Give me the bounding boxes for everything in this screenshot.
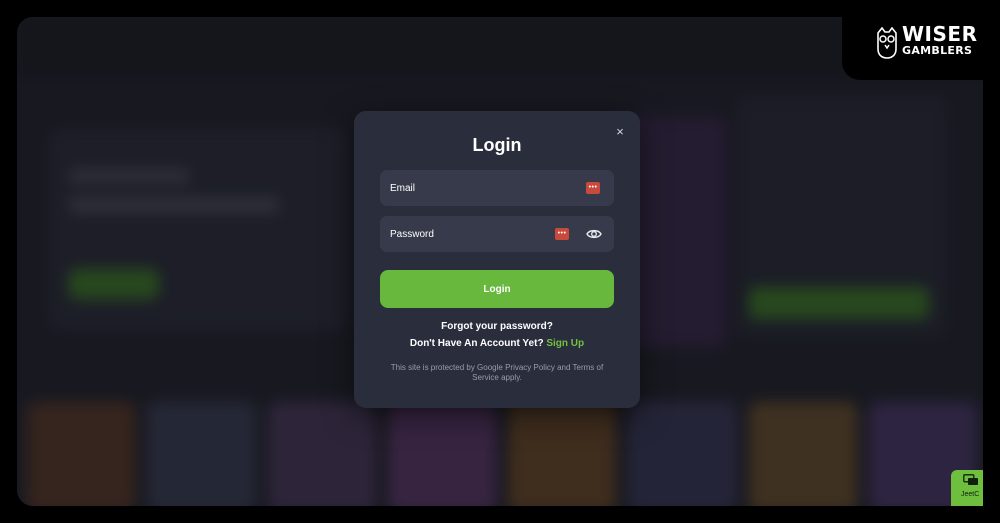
password-manager-icon[interactable]: ••• (555, 228, 569, 240)
signup-link[interactable]: Sign Up (546, 338, 584, 349)
forgot-password-link[interactable]: Forgot your password? (354, 321, 640, 332)
chat-label: JeetC (961, 491, 980, 498)
login-modal: × Login ••• ••• Login Forgot your passwo… (354, 111, 640, 408)
modal-title: Login (472, 135, 522, 155)
email-input[interactable] (390, 170, 560, 206)
password-field[interactable]: ••• (380, 216, 614, 252)
login-button[interactable]: Login (380, 270, 614, 308)
password-input[interactable] (390, 216, 560, 252)
chat-icon (963, 474, 978, 485)
no-account-text: Don't Have An Account Yet? (409, 338, 544, 349)
email-field[interactable]: ••• (380, 170, 614, 206)
chat-widget[interactable]: JeetC (951, 470, 983, 506)
eye-icon[interactable] (586, 227, 602, 241)
recaptcha-notice: This site is protected by Google Privacy… (390, 363, 604, 382)
logo-line-1: WISER (902, 22, 978, 46)
wiser-gamblers-logo: WISER GAMBLERS (842, 0, 1000, 80)
signup-prompt: Don't Have An Account Yet? Sign Up (354, 338, 640, 349)
password-manager-icon[interactable]: ••• (586, 182, 600, 194)
logo-line-2: GAMBLERS (902, 44, 973, 57)
owl-logo-icon (877, 27, 897, 59)
